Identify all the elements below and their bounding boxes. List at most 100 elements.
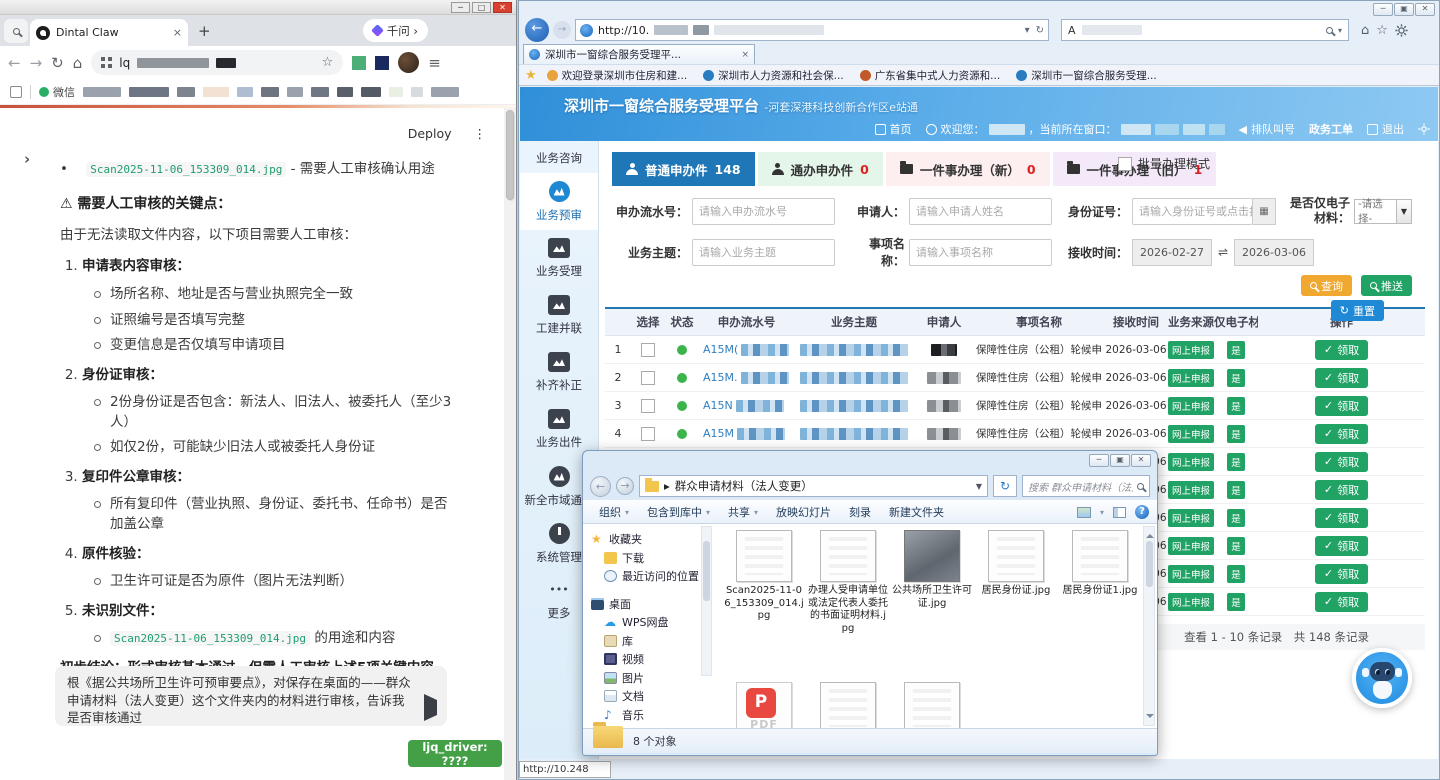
toolbar-menu[interactable]: 共享 ▾: [720, 504, 766, 520]
ai-assistant-button[interactable]: 千问 ›: [363, 19, 428, 42]
bookmark-window-icon[interactable]: [10, 86, 22, 98]
gear-icon[interactable]: [1418, 123, 1430, 135]
tab-search-icon[interactable]: [4, 19, 28, 43]
nav-home[interactable]: 首页: [875, 121, 912, 137]
files-scrollbar[interactable]: [1143, 526, 1155, 726]
sidebar-item-2[interactable]: 业务预审: [520, 173, 598, 230]
serial-link[interactable]: A15N: [703, 399, 733, 412]
row-checkbox[interactable]: [641, 427, 655, 441]
minimize-button[interactable]: ─: [1089, 454, 1109, 467]
nav-item[interactable]: ★收藏夹: [591, 530, 701, 549]
nav-item[interactable]: 桌面: [591, 595, 701, 614]
claim-button[interactable]: ✓领取: [1315, 508, 1368, 528]
favorite-item[interactable]: 深圳市人力资源和社会保...: [697, 68, 850, 83]
search-box[interactable]: A ▾: [1061, 19, 1349, 41]
collapse-chevron-icon[interactable]: ›: [24, 150, 30, 168]
close-button[interactable]: ✕: [493, 2, 512, 13]
claim-button[interactable]: ✓领取: [1315, 480, 1368, 500]
claim-button[interactable]: ✓领取: [1315, 592, 1368, 612]
preview-pane-icon[interactable]: [1113, 507, 1126, 518]
claim-button[interactable]: ✓领取: [1315, 536, 1368, 556]
chevron-down-icon[interactable]: ▾: [1100, 508, 1104, 517]
topic-input[interactable]: 请输入业务主题: [692, 239, 835, 266]
nav-queue-call[interactable]: ◀排队叫号: [1239, 121, 1295, 137]
nav-gov-ticket[interactable]: 政务工单: [1309, 121, 1353, 137]
send-icon[interactable]: [424, 699, 437, 717]
file-item[interactable]: 公共场所卫生许可证.jpg: [890, 530, 974, 682]
maximize-button[interactable]: □: [472, 2, 491, 13]
deploy-button[interactable]: Deploy: [408, 126, 452, 141]
toolbar-button[interactable]: 新建文件夹: [881, 504, 952, 520]
scrollbar-thumb[interactable]: [506, 110, 514, 200]
file-item[interactable]: PPDF: [722, 682, 806, 728]
row-checkbox[interactable]: [641, 371, 655, 385]
toolbar-menu[interactable]: 包含到库中 ▾: [639, 504, 718, 520]
menu-icon[interactable]: ≡: [428, 54, 441, 72]
claim-button[interactable]: ✓领取: [1315, 396, 1368, 416]
nav-scrollbar[interactable]: [701, 526, 712, 676]
back-icon[interactable]: ←: [590, 476, 611, 497]
minimize-button[interactable]: ─: [451, 2, 470, 13]
scrollbar[interactable]: [504, 108, 516, 780]
toolbar-menu[interactable]: 组织 ▾: [591, 504, 637, 520]
nav-item[interactable]: 视频: [591, 650, 701, 669]
kebab-menu-icon[interactable]: ⋮: [474, 126, 487, 141]
gear-icon[interactable]: [1395, 24, 1408, 37]
chevron-down-icon[interactable]: ▼: [976, 482, 982, 491]
serial-link[interactable]: A15M: [703, 427, 734, 440]
row-checkbox[interactable]: [641, 399, 655, 413]
file-item[interactable]: [890, 682, 974, 728]
bookmark-wechat[interactable]: 微信: [39, 84, 75, 100]
batch-checkbox[interactable]: [1118, 157, 1132, 171]
id-input[interactable]: 请输入身份证号或点击按钮: [1132, 198, 1252, 225]
nav-item[interactable]: 库: [591, 632, 701, 651]
tab-close-icon[interactable]: ×: [741, 50, 749, 60]
nav-item[interactable]: 文档: [591, 687, 701, 706]
maximize-button[interactable]: ▣: [1394, 3, 1414, 16]
driver-status-button[interactable]: ljq_driver: ????: [408, 740, 502, 767]
id-card-reader-button[interactable]: ▦: [1252, 198, 1276, 225]
query-button[interactable]: 查询: [1301, 275, 1352, 296]
claim-button[interactable]: ✓领取: [1315, 340, 1368, 360]
queue-tab-1[interactable]: 普通申办件148: [612, 152, 755, 186]
maximize-button[interactable]: ▣: [1110, 454, 1130, 467]
nav-item[interactable]: 图片: [591, 669, 701, 688]
tab-close-icon[interactable]: ×: [173, 26, 182, 39]
minimize-button[interactable]: ─: [1373, 3, 1393, 16]
file-item[interactable]: [806, 682, 890, 728]
ie-tab[interactable]: 深圳市一窗综合服务受理平... ×: [523, 44, 755, 64]
assistant-mascot[interactable]: [1352, 648, 1412, 708]
back-icon[interactable]: ←: [8, 54, 21, 72]
favorites-star-icon[interactable]: ☆: [1376, 23, 1388, 38]
nav-item[interactable]: ☁WPS网盘: [591, 613, 701, 632]
file-item[interactable]: 居民身份证1.jpg: [1058, 530, 1142, 682]
favorite-item[interactable]: 广东省集中式人力资源和...: [854, 68, 1007, 83]
nav-item[interactable]: ♪音乐: [591, 706, 701, 725]
item-input[interactable]: 请输入事项名称: [909, 239, 1052, 266]
forward-icon[interactable]: →: [553, 21, 571, 39]
sidebar-item-1[interactable]: 业务咨询: [520, 143, 598, 173]
favorites-star-icon[interactable]: ★: [525, 68, 537, 83]
search-icon[interactable]: [1326, 27, 1333, 34]
nav-item[interactable]: 下载: [591, 549, 701, 568]
search-dropdown-icon[interactable]: ▾: [1338, 26, 1342, 35]
back-icon[interactable]: ←: [525, 18, 549, 42]
home-icon[interactable]: ⌂: [1361, 23, 1369, 38]
claim-button[interactable]: ✓领取: [1315, 368, 1368, 388]
file-item[interactable]: Scan2025-11-06_153309_014.jpg: [722, 530, 806, 682]
file-item[interactable]: 居民身份证.jpg: [974, 530, 1058, 682]
extension-navy-icon[interactable]: [375, 56, 389, 70]
reset-button[interactable]: ↻重置: [1331, 300, 1384, 321]
refresh-icon[interactable]: ↻: [1036, 25, 1044, 36]
extension-green-icon[interactable]: [352, 56, 366, 70]
claim-button[interactable]: ✓领取: [1315, 424, 1368, 444]
view-options-icon[interactable]: [1077, 507, 1091, 518]
sidebar-item-4[interactable]: 工建并联: [520, 287, 598, 344]
queue-tab-2[interactable]: 通办申办件0: [758, 152, 883, 186]
avatar[interactable]: [398, 52, 419, 73]
reload-icon[interactable]: ↻: [51, 54, 64, 72]
sidebar-item-5[interactable]: 补齐补正: [520, 344, 598, 401]
serial-input[interactable]: 请输入申办流水号: [692, 198, 835, 225]
favorite-item[interactable]: 欢迎登录深圳市住房和建...: [541, 68, 694, 83]
bookmark-star-icon[interactable]: ☆: [322, 55, 334, 70]
